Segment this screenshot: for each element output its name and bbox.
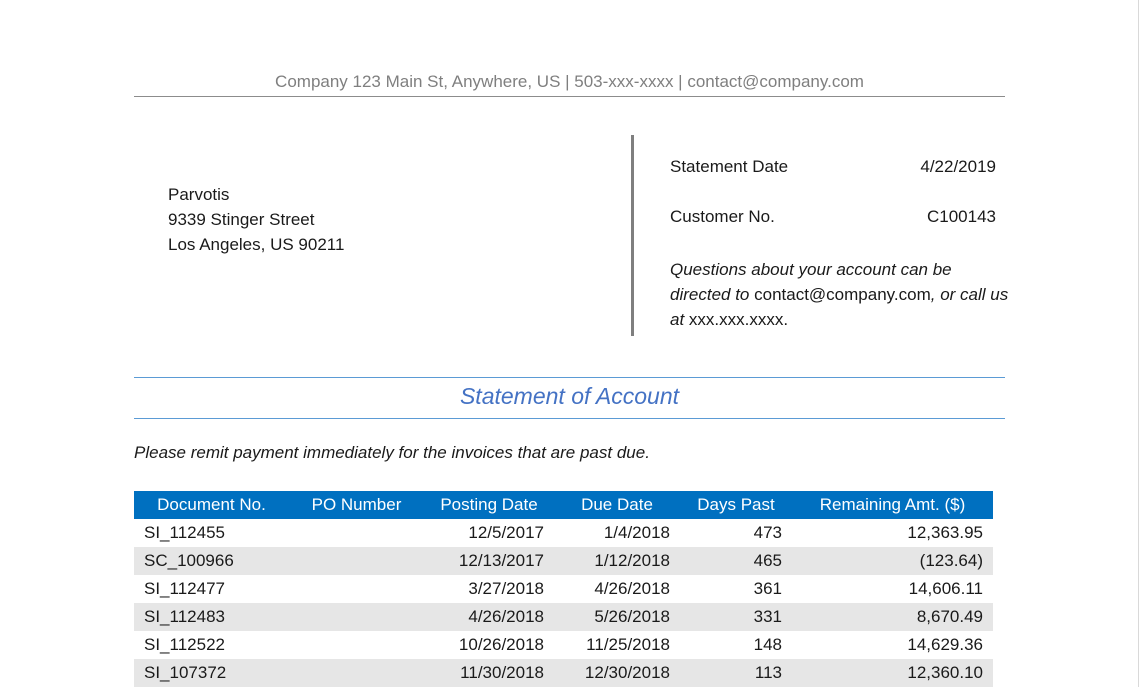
days-past-cell: 148 <box>753 635 782 654</box>
invoice-table: Document No. PO Number Posting Date Due … <box>134 491 993 687</box>
remaining-amount-cell: 8,670.49 <box>792 603 993 631</box>
remaining-amount-cell: (123.64) <box>792 547 993 575</box>
statement-date-value: 4/22/2019 <box>920 157 996 176</box>
customer-city: Los Angeles, US 90211 <box>168 235 345 254</box>
po-number-cell <box>289 519 424 547</box>
customer-address: Parvotis 9339 Stinger Street Los Angeles… <box>168 182 344 257</box>
contact-phone: xxx.xxx.xxxx. <box>684 310 789 329</box>
questions-note: Questions about your account can be dire… <box>670 257 1010 332</box>
vertical-divider <box>631 135 634 336</box>
remit-notice: Please remit payment immediately for the… <box>134 443 650 462</box>
table-row: SC_100966 12/13/2017 1/12/2018 465 (123.… <box>134 547 993 575</box>
table-row: SI_112522 10/26/2018 11/25/2018 148 14,6… <box>134 631 993 659</box>
due-date-cell: 4/26/2018 <box>594 579 670 598</box>
table-row: SI_112483 4/26/2018 5/26/2018 331 8,670.… <box>134 603 993 631</box>
posting-date-cell: 12/13/2017 <box>424 547 554 575</box>
customer-street: 9339 Stinger Street <box>168 210 315 229</box>
statement-date-row: Statement Date 4/22/2019 <box>670 157 996 177</box>
due-date-cell: 11/25/2018 <box>586 635 670 654</box>
table-row: SI_112455 12/5/2017 1/4/2018 473 12,363.… <box>134 519 993 547</box>
title-rule-bottom <box>134 418 1005 419</box>
column-header: Posting Date <box>424 491 554 519</box>
days-past-cell: 465 <box>680 547 792 575</box>
po-number-cell <box>289 659 424 687</box>
po-number-cell <box>289 547 424 575</box>
title-rule-top <box>134 377 1005 378</box>
document-number-cell: SI_112477 <box>144 579 225 598</box>
po-number-cell <box>289 575 424 603</box>
posting-date-cell: 11/30/2018 <box>424 659 554 687</box>
document-number-cell: SI_112455 <box>144 523 225 542</box>
column-header: Due Date <box>554 491 680 519</box>
due-date-cell: 12/30/2018 <box>554 659 680 687</box>
company-header: Company 123 Main St, Anywhere, US | 503-… <box>275 72 864 91</box>
table-row: SI_107372 11/30/2018 12/30/2018 113 12,3… <box>134 659 993 687</box>
remaining-amount-cell: 12,363.95 <box>907 523 983 542</box>
column-header: Remaining Amt. ($) <box>792 491 993 519</box>
posting-date-cell: 12/5/2017 <box>468 523 544 542</box>
posting-date-cell: 4/26/2018 <box>424 603 554 631</box>
days-past-cell: 473 <box>753 523 782 542</box>
page-edge-rule <box>1138 0 1139 687</box>
days-past-cell: 331 <box>680 603 792 631</box>
table-header-row: Document No. PO Number Posting Date Due … <box>134 491 993 519</box>
days-past-cell: 361 <box>753 579 782 598</box>
po-number-cell <box>289 603 424 631</box>
document-number-cell: SI_112522 <box>144 635 225 654</box>
document-number-cell: SI_112483 <box>134 603 289 631</box>
document-number-cell: SC_100966 <box>134 547 289 575</box>
po-number-cell <box>289 631 424 659</box>
statement-date-label: Statement Date <box>670 157 789 176</box>
due-date-cell: 1/12/2018 <box>554 547 680 575</box>
posting-date-cell: 3/27/2018 <box>468 579 544 598</box>
days-past-cell: 113 <box>680 659 792 687</box>
due-date-cell: 5/26/2018 <box>554 603 680 631</box>
table-row: SI_112477 3/27/2018 4/26/2018 361 14,606… <box>134 575 993 603</box>
posting-date-cell: 10/26/2018 <box>458 635 544 654</box>
document-title: Statement of Account <box>459 383 680 409</box>
column-header: Days Past <box>680 491 792 519</box>
customer-number-label: Customer No. <box>670 207 775 226</box>
document-number-cell: SI_107372 <box>134 659 289 687</box>
contact-email: contact@company.com <box>749 285 931 304</box>
remaining-amount-cell: 14,629.36 <box>907 635 983 654</box>
customer-number-row: Customer No. C100143 <box>670 207 996 227</box>
header-divider <box>134 96 1005 97</box>
column-header: Document No. <box>134 491 289 519</box>
remaining-amount-cell: 14,606.11 <box>908 579 983 598</box>
due-date-cell: 1/4/2018 <box>603 523 670 542</box>
column-header: PO Number <box>289 491 424 519</box>
customer-name: Parvotis <box>168 185 230 204</box>
customer-number-value: C100143 <box>926 207 996 226</box>
remaining-amount-cell: 12,360.10 <box>792 659 993 687</box>
